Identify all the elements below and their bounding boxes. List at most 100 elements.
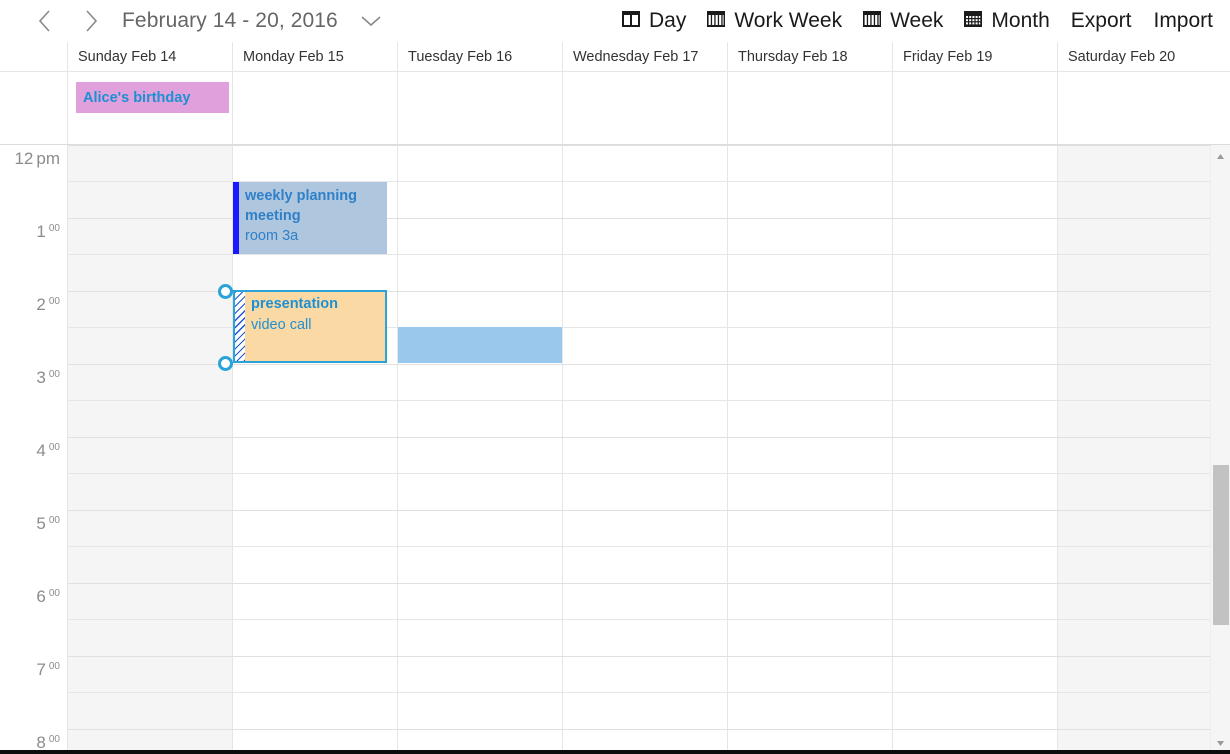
time-label-minutes: 00 [48, 296, 60, 307]
view-button-work-week[interactable]: Work Week [696, 7, 852, 36]
time-label-minutes: 00 [48, 661, 60, 672]
time-label-minutes: 00 [48, 515, 60, 526]
time-grid: 12pm 100 200 300 400 500 600 700 [0, 145, 1230, 754]
grid-line-halfhour [68, 546, 1210, 547]
import-button[interactable]: Import [1142, 7, 1224, 35]
day-column-friday[interactable] [893, 145, 1058, 754]
view-button-work-week-label: Work Week [734, 9, 843, 32]
event-title: weekly planning meeting [245, 188, 357, 224]
grid-line-hour [68, 729, 1210, 730]
day-header-row: Sunday Feb 14 Monday Feb 15 Tuesday Feb … [0, 42, 1230, 72]
time-label-minutes: 00 [48, 734, 60, 745]
time-slot-selection-block[interactable] [398, 327, 562, 363]
window-bottom-edge [0, 750, 1230, 754]
grid-line-halfhour [68, 692, 1210, 693]
day-header-gutter [0, 42, 68, 71]
month-view-icon [963, 9, 983, 34]
export-button[interactable]: Export [1060, 7, 1143, 35]
day-header-thursday[interactable]: Thursday Feb 18 [728, 42, 893, 71]
day-column-wednesday[interactable] [563, 145, 728, 754]
event-content: presentation video call [245, 292, 385, 361]
event-weekly-planning-meeting[interactable]: weekly planning meeting room 3a [233, 182, 387, 254]
event-resize-handle-bottom[interactable] [218, 356, 233, 371]
event-content: weekly planning meeting room 3a [239, 182, 387, 254]
time-label-hour: 3 [36, 368, 46, 387]
date-range-title: February 14 - 20, 2016 [122, 9, 338, 32]
grid-line-hour [68, 364, 1210, 365]
all-day-cell-friday[interactable] [893, 72, 1058, 144]
day-column-thursday[interactable] [728, 145, 893, 754]
day-header-wednesday[interactable]: Wednesday Feb 17 [563, 42, 728, 71]
grid-line-hour [68, 656, 1210, 657]
day-header-monday[interactable]: Monday Feb 15 [233, 42, 398, 71]
day-column-sunday[interactable] [68, 145, 233, 754]
day-view-icon [621, 9, 641, 34]
grid-line-hour [68, 510, 1210, 511]
time-label-hour: 6 [36, 587, 46, 606]
event-presentation-selected[interactable]: presentation video call [233, 290, 387, 363]
view-button-day-label: Day [648, 9, 687, 32]
time-label-hour: 1 [36, 222, 46, 241]
all-day-cell-saturday[interactable] [1058, 72, 1230, 144]
week-view-icon [862, 9, 882, 34]
time-label-minutes: 00 [48, 369, 60, 380]
all-day-cell-wednesday[interactable] [563, 72, 728, 144]
grid-line-hour [68, 145, 1210, 146]
toolbar: February 14 - 20, 2016 Day Work Week Wee… [0, 0, 1230, 42]
time-label-5: 5 00 [36, 515, 60, 533]
time-label-2: 2 00 [36, 296, 60, 314]
event-title: presentation [251, 296, 339, 312]
chevron-left-icon [38, 10, 50, 32]
day-header-tuesday[interactable]: Tuesday Feb 16 [398, 42, 563, 71]
scrollbar-thumb[interactable] [1213, 465, 1229, 625]
event-subtitle: room 3a [245, 228, 299, 244]
grid-line-halfhour [68, 254, 1210, 255]
grid-line-hour [68, 583, 1210, 584]
event-subtitle: video call [251, 317, 312, 333]
time-label-hour: 5 [36, 514, 46, 533]
time-label-minutes: 00 [48, 442, 60, 453]
event-drag-stripe [235, 292, 245, 361]
grid-line-halfhour [68, 400, 1210, 401]
date-picker-dropdown-button[interactable] [356, 6, 386, 36]
work-week-view-icon [706, 9, 726, 34]
all-day-cell-thursday[interactable] [728, 72, 893, 144]
time-label-ampm: pm [36, 149, 60, 168]
scrollbar-up-button[interactable] [1211, 147, 1230, 165]
all-day-event-title: Alice's birthday [83, 89, 191, 106]
time-label-1: 1 00 [36, 223, 60, 241]
day-column-saturday[interactable] [1058, 145, 1210, 754]
day-header-sunday[interactable]: Sunday Feb 14 [68, 42, 233, 71]
time-gutter: 12pm 100 200 300 400 500 600 700 [0, 145, 68, 754]
previous-week-button[interactable] [28, 4, 62, 38]
time-label-minutes: 00 [48, 223, 60, 234]
view-button-week-label: Week [890, 9, 944, 32]
time-label-7: 7 00 [36, 661, 60, 679]
view-button-month-label: Month [991, 9, 1050, 32]
time-label-hour: 2 [36, 295, 46, 314]
time-label-4: 4 00 [36, 442, 60, 460]
view-button-month[interactable]: Month [953, 7, 1059, 36]
day-column-tuesday[interactable] [398, 145, 563, 754]
date-nav-arrows [28, 4, 108, 38]
caret-down-icon [1217, 740, 1224, 746]
all-day-cell-monday[interactable] [233, 72, 398, 144]
view-button-week[interactable]: Week [852, 7, 953, 36]
all-day-row: Alice's birthday [0, 72, 1230, 145]
time-label-12pm: 12 pm [14, 150, 60, 168]
vertical-scrollbar[interactable] [1210, 145, 1230, 754]
time-label-hour: 4 [36, 441, 46, 460]
next-week-button[interactable] [74, 4, 108, 38]
view-button-day[interactable]: Day [611, 7, 696, 36]
day-header-saturday[interactable]: Saturday Feb 20 [1058, 42, 1230, 71]
day-header-friday[interactable]: Friday Feb 19 [893, 42, 1058, 71]
calendar-app: February 14 - 20, 2016 Day Work Week Wee… [0, 0, 1230, 754]
toolbar-actions: Day Work Week Week Month Export Import [611, 7, 1230, 36]
all-day-cell-tuesday[interactable] [398, 72, 563, 144]
grid-line-hour [68, 437, 1210, 438]
all-day-gutter [0, 72, 68, 144]
time-label-hour: 12 [14, 149, 34, 168]
chevron-right-icon [86, 10, 98, 32]
all-day-event-alices-birthday[interactable]: Alice's birthday [76, 82, 229, 113]
event-resize-handle-top[interactable] [218, 284, 233, 299]
